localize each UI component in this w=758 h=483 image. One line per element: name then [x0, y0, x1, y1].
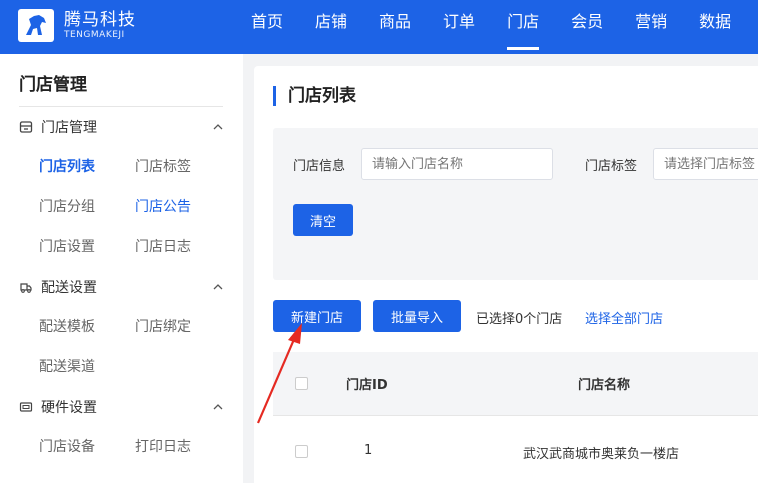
sidebar-item-delivery-channel[interactable]: 配送渠道: [39, 356, 95, 376]
nav-item-members[interactable]: 会员: [555, 0, 619, 54]
hardware-icon: [19, 400, 33, 414]
brand-logo[interactable]: 腾马科技 TENGMAKEJI: [18, 9, 136, 42]
page-title: 门店列表: [273, 86, 356, 106]
sidebar-item-store-groups[interactable]: 门店分组: [39, 196, 95, 216]
filter-panel: 门店信息 门店标签 清空: [273, 128, 758, 280]
sidebar-group-store-management[interactable]: 门店管理: [19, 117, 229, 137]
select-all-checkbox[interactable]: [295, 377, 308, 390]
sidebar-group-label: 硬件设置: [41, 400, 97, 416]
nav-item-marketing[interactable]: 营销: [619, 0, 683, 54]
new-store-button[interactable]: 新建门店: [273, 300, 361, 332]
delivery-icon: [19, 280, 33, 294]
table-divider: [273, 415, 758, 416]
brand-name-en: TENGMAKEJI: [64, 30, 125, 40]
sidebar-item-store-binding[interactable]: 门店绑定: [135, 316, 191, 336]
nav-item-shop[interactable]: 店铺: [299, 0, 363, 54]
brand-name-cn: 腾马科技: [64, 10, 136, 30]
sidebar-item-store-tags[interactable]: 门店标签: [135, 156, 191, 176]
sidebar-item-delivery-template[interactable]: 配送模板: [39, 316, 95, 336]
sidebar: 门店管理 门店管理 门店列表 门店标签 门店分组 门店公告 门店设置 门店日志 …: [0, 54, 243, 483]
nav-item-data[interactable]: 数据: [683, 0, 747, 54]
sidebar-group-label: 配送设置: [41, 280, 97, 296]
sidebar-item-store-devices[interactable]: 门店设备: [39, 436, 95, 456]
nav-item-home[interactable]: 首页: [235, 0, 299, 54]
column-header-store-name: 门店名称: [578, 378, 631, 393]
store-info-label: 门店信息: [293, 159, 346, 174]
horse-logo-icon: [18, 9, 54, 42]
store-tag-label: 门店标签: [585, 159, 638, 174]
clear-button[interactable]: 清空: [293, 204, 353, 236]
batch-import-button[interactable]: 批量导入: [373, 300, 461, 332]
store-id-cell: 1: [364, 443, 373, 458]
sidebar-group-delivery-settings[interactable]: 配送设置: [19, 277, 229, 297]
column-header-store-id: 门店ID: [346, 378, 388, 393]
table-header: 门店ID 门店名称: [273, 352, 758, 415]
nav-item-orders[interactable]: 订单: [427, 0, 491, 54]
top-header: 腾马科技 TENGMAKEJI 首页 店铺 商品 订单 门店 会员 营销 数据: [0, 0, 758, 54]
chevron-up-icon[interactable]: [213, 280, 223, 296]
selection-count: 已选择0个门店: [476, 312, 563, 327]
main-panel: 门店列表 门店信息 门店标签 清空 新建门店 批量导入 已选择0个门店 选择全部…: [254, 66, 758, 483]
store-icon: [19, 120, 33, 134]
chevron-up-icon[interactable]: [213, 400, 223, 416]
sidebar-item-store-notice[interactable]: 门店公告: [135, 196, 191, 216]
store-name-input[interactable]: [361, 148, 553, 180]
sidebar-group-hardware-settings[interactable]: 硬件设置: [19, 397, 229, 417]
sidebar-item-store-logs[interactable]: 门店日志: [135, 236, 191, 256]
sidebar-group-label: 门店管理: [41, 120, 97, 136]
sidebar-title: 门店管理: [19, 75, 87, 95]
chevron-up-icon[interactable]: [213, 120, 223, 136]
row-checkbox[interactable]: [295, 445, 308, 458]
sidebar-item-print-logs[interactable]: 打印日志: [135, 436, 191, 456]
store-name-cell: 武汉武商城市奥莱负一楼店: [523, 447, 680, 462]
sidebar-divider: [19, 106, 223, 107]
nav-item-products[interactable]: 商品: [363, 0, 427, 54]
sidebar-item-store-list[interactable]: 门店列表: [39, 156, 95, 176]
store-tag-select[interactable]: [653, 148, 758, 180]
nav-item-stores[interactable]: 门店: [491, 0, 555, 54]
select-all-stores-link[interactable]: 选择全部门店: [585, 308, 663, 327]
sidebar-item-store-settings[interactable]: 门店设置: [39, 236, 95, 256]
top-nav: 首页 店铺 商品 订单 门店 会员 营销 数据: [235, 0, 747, 54]
